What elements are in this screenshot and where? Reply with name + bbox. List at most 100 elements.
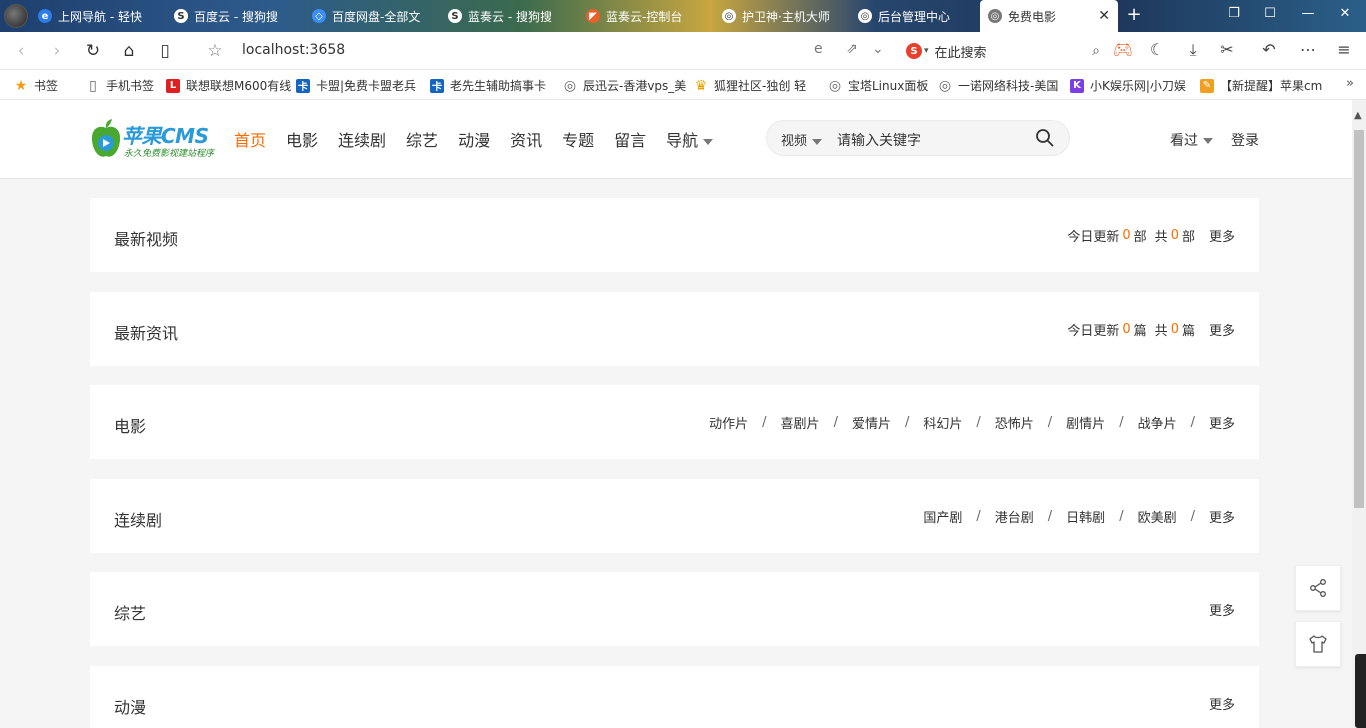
browser-tab[interactable]: ◎ 免费电影 ✕ — [980, 0, 1118, 32]
bookmark-item[interactable]: ◎ 辰迅云-香港vps_美 — [563, 77, 686, 94]
theme-shirt-icon — [1309, 635, 1327, 653]
more-link[interactable]: 更多 — [1209, 694, 1235, 713]
screenshot-icon[interactable]: ✂ — [1216, 40, 1238, 59]
browser-tab[interactable]: e 上网导航 - 轻快 — [30, 0, 160, 32]
engine-dropdown-icon[interactable]: ▾ — [924, 46, 929, 56]
section-title[interactable]: 连续剧 — [114, 507, 162, 531]
site-logo[interactable]: 苹果CMS 永久免费影视建站程序 — [90, 114, 214, 164]
window-minimize-icon[interactable]: — — [1300, 6, 1316, 21]
undo-icon[interactable]: ↶ — [1258, 40, 1280, 59]
user-avatar[interactable] — [4, 4, 28, 28]
game-icon[interactable]: 🎮︎ — [1112, 40, 1134, 59]
section-title[interactable]: 综艺 — [114, 600, 146, 624]
section-actions: 动作片 / 喜剧片 / 爱情片 / 科幻片 / 恐怖片 / 剧情片 / 战争片 / 更多 — [709, 413, 1235, 432]
category-link[interactable]: 日韩剧 — [1066, 507, 1105, 526]
login-link[interactable]: 登录 — [1231, 130, 1259, 150]
nav-item[interactable]: 专题 — [562, 127, 594, 151]
site-search: 视频 请输入关键字 — [766, 120, 1070, 156]
browser-search-input[interactable]: 在此搜索 — [935, 42, 1093, 61]
side-widget[interactable] — [1355, 654, 1366, 728]
tab-label: 免费电影 — [1008, 9, 1057, 24]
category-link[interactable]: 欧美剧 — [1138, 507, 1177, 526]
bookmark-item[interactable]: 卡老先生辅助搞事卡 — [430, 77, 546, 94]
category-link[interactable]: 战争片 — [1138, 413, 1177, 432]
share-page-icon[interactable]: ⇗ — [846, 41, 858, 57]
more-link[interactable]: 更多 — [1209, 320, 1235, 339]
bookmark-item[interactable]: ◎ 一诺网络科技-美国 — [938, 77, 1058, 94]
section-title[interactable]: 最新资讯 — [114, 320, 178, 344]
back-icon[interactable]: ‹ — [10, 40, 32, 62]
nav-item[interactable]: 动漫 — [458, 127, 490, 151]
new-tab-button[interactable]: + — [1124, 4, 1144, 25]
search-category-select[interactable]: 视频 — [781, 130, 823, 149]
more-link[interactable]: 更多 — [1209, 226, 1235, 245]
tab-close-icon[interactable]: ✕ — [1098, 8, 1110, 24]
bookmark-item[interactable]: ◎ 宝塔Linux面板 — [828, 77, 928, 94]
bookmark-item[interactable]: ✎ 【新提醒】苹果cm — [1200, 77, 1322, 94]
section-title[interactable]: 最新视频 — [114, 226, 178, 250]
nav-item[interactable]: 资讯 — [510, 127, 542, 151]
nav-item[interactable]: 留言 — [614, 127, 646, 151]
window-restore-icon[interactable]: ❐ — [1226, 6, 1242, 21]
browser-tab[interactable]: ◎ 后台管理中心 — [850, 0, 980, 32]
search-icon[interactable]: ⌕ — [1092, 43, 1100, 59]
share-button[interactable] — [1295, 565, 1341, 611]
theme-button[interactable] — [1295, 621, 1341, 667]
bookmarks-overflow-icon[interactable]: » — [1346, 76, 1354, 91]
browser-tab[interactable]: ◎ 护卫神·主机大师 — [714, 0, 844, 32]
star-bookmark-icon[interactable]: ☆ — [204, 40, 226, 62]
nav-item[interactable]: 连续剧 — [338, 127, 386, 151]
more-icon[interactable]: ⋯ — [1297, 40, 1319, 59]
bookmark-item[interactable]: ★ 书签 — [14, 77, 58, 94]
category-link[interactable]: 国产剧 — [923, 507, 962, 526]
menu-icon[interactable]: ≡ — [1333, 40, 1355, 59]
nav-item[interactable]: 导航 — [666, 127, 714, 151]
browser-tab[interactable]: ◤ 蓝奏云-控制台 — [578, 0, 708, 32]
bookmark-item[interactable]: ♛ 狐狸社区-独创 轻 — [694, 77, 806, 94]
night-mode-icon[interactable]: ☾ — [1146, 40, 1168, 59]
category-link[interactable]: 喜剧片 — [781, 413, 820, 432]
total-label: 共 — [1154, 230, 1168, 245]
nav-item[interactable]: 首页 — [234, 127, 266, 151]
more-link[interactable]: 更多 — [1209, 507, 1235, 526]
bookmark-item[interactable]: ▯ 手机书签 — [86, 77, 154, 94]
tab-favicon-icon: ◎ — [988, 9, 1002, 23]
nav-item[interactable]: 电影 — [286, 127, 318, 151]
category-link[interactable]: 恐怖片 — [995, 413, 1034, 432]
bookmark-item[interactable]: 卡卡盟|免费卡盟老兵 — [296, 77, 416, 94]
url-field[interactable]: localhost:3658 — [242, 42, 345, 58]
category-link[interactable]: 动作片 — [709, 413, 748, 432]
category-link[interactable]: 港台剧 — [995, 507, 1034, 526]
page-scrollbar[interactable]: ▲ — [1352, 100, 1366, 728]
category-link[interactable]: 剧情片 — [1066, 413, 1105, 432]
search-icon[interactable] — [1035, 128, 1055, 148]
reload-icon[interactable]: ↻ — [82, 40, 104, 62]
more-link[interactable]: 更多 — [1209, 413, 1235, 432]
browser-search-box[interactable]: S ▾ 在此搜索 ⌕ — [906, 39, 1100, 63]
reader-icon[interactable]: ▯ — [154, 40, 176, 62]
section-title[interactable]: 动漫 — [114, 694, 146, 718]
ie-mode-icon[interactable]: e — [814, 41, 823, 57]
category-link[interactable]: 爱情片 — [852, 413, 891, 432]
category-link[interactable]: 科幻片 — [923, 413, 962, 432]
window-pin-icon[interactable]: ☐ — [1262, 6, 1278, 21]
bookmark-label: 狐狸社区-独创 轻 — [714, 79, 807, 93]
download-icon[interactable]: ⤓ — [1182, 40, 1204, 60]
browser-tab[interactable]: ◇ 百度网盘-全部文 — [304, 0, 434, 32]
bookmark-item[interactable]: L 联想联想M600有线 — [166, 77, 291, 94]
dropdown-icon[interactable]: ⌄ — [872, 41, 884, 57]
window-close-icon[interactable]: ✕ — [1337, 6, 1353, 21]
home-icon[interactable]: ⌂ — [118, 40, 140, 62]
history-menu[interactable]: 看过 — [1170, 130, 1213, 150]
nav-item[interactable]: 综艺 — [406, 127, 438, 151]
site-search-input[interactable]: 请输入关键字 — [837, 130, 921, 150]
scroll-up-icon[interactable]: ▲ — [1354, 110, 1362, 121]
browser-tab[interactable]: S 百度云 - 搜狗搜 — [166, 0, 296, 32]
bookmark-item[interactable]: K 小K娱乐网|小刀娱 — [1070, 77, 1186, 94]
scroll-thumb[interactable] — [1354, 130, 1364, 508]
section-title[interactable]: 电影 — [114, 413, 146, 437]
forward-icon[interactable]: › — [46, 40, 68, 62]
total-count: 0 — [1170, 228, 1179, 243]
more-link[interactable]: 更多 — [1209, 600, 1235, 619]
browser-tab[interactable]: S 蓝奏云 - 搜狗搜 — [440, 0, 570, 32]
